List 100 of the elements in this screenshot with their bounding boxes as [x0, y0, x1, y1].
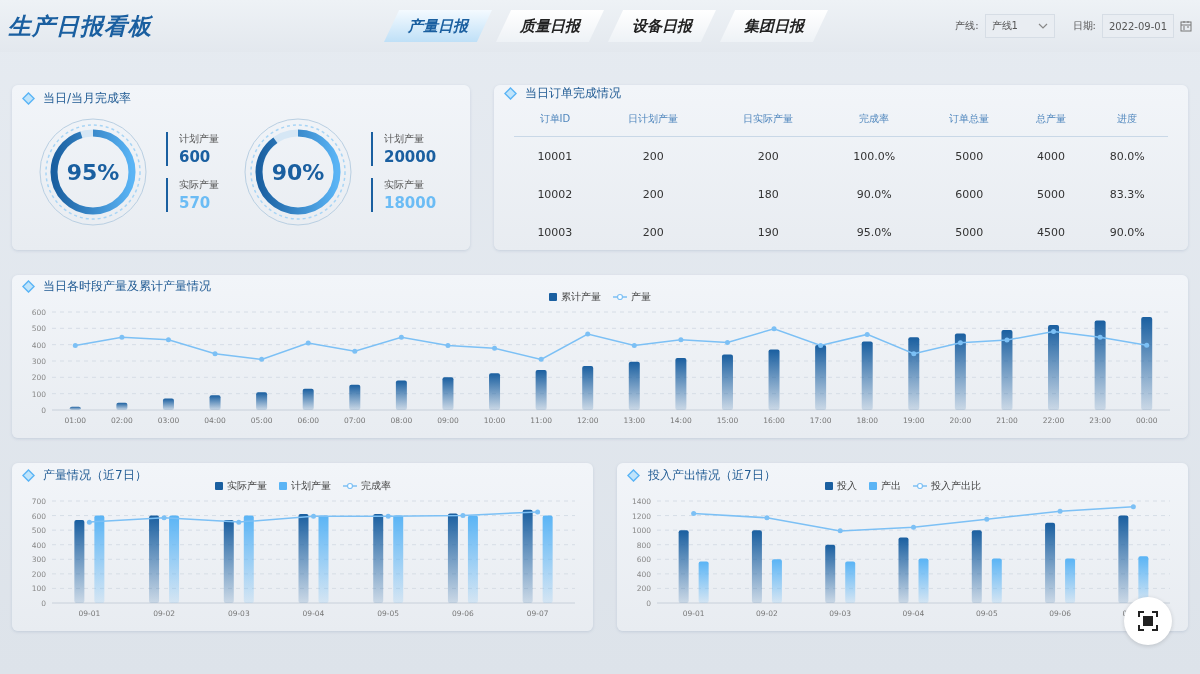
chart-bar — [815, 345, 827, 410]
report-tab[interactable]: 产量日报 — [384, 10, 492, 42]
chart-bar — [825, 544, 836, 603]
table-cell: 80.0% — [1086, 136, 1168, 175]
fullscreen-button[interactable] — [1124, 597, 1172, 645]
diamond-icon — [627, 468, 640, 482]
table-cell: 100.0% — [825, 136, 923, 175]
column-header: 订单ID — [514, 102, 596, 137]
legend-label: 计划产量 — [290, 479, 331, 493]
table-cell: 5000 — [922, 136, 1016, 175]
chart-bar — [349, 384, 361, 410]
stat-label: 实际产量 — [179, 178, 219, 192]
table-cell-text: 10003 — [536, 224, 574, 241]
column-header: 完成率 — [825, 102, 923, 137]
table-cell-text: 90.0% — [1108, 224, 1146, 241]
table-cell-text: 200 — [641, 186, 665, 203]
table-cell: 4000 — [1015, 136, 1087, 175]
chart-bar — [861, 341, 873, 410]
stat-label: 计划产量 — [384, 132, 425, 146]
chart-bar — [256, 392, 268, 410]
diamond-icon — [504, 87, 517, 100]
legend-line-icon — [613, 293, 627, 301]
chart-bar — [675, 358, 687, 410]
table-cell-text: 83.3% — [1108, 186, 1146, 203]
chart-bar — [771, 559, 782, 603]
panel-title: 产量情况（近7日） — [43, 466, 147, 484]
table-cell: 200 — [710, 136, 826, 175]
column-header: 日计划产量 — [595, 102, 711, 137]
table-cell-text: 6000 — [954, 186, 985, 203]
legend-label: 投入产出比 — [930, 479, 981, 493]
report-tab[interactable]: 设备日报 — [608, 10, 716, 42]
percent-value: 90% — [271, 159, 325, 185]
chart-bar — [898, 537, 909, 603]
chart-bar — [698, 561, 709, 603]
table-cell-text: 10002 — [536, 186, 574, 203]
column-header: 总产量 — [1015, 102, 1087, 137]
fullscreen-icon — [1138, 611, 1158, 631]
stat-value: 600 — [179, 148, 212, 166]
filter-label: 产线: — [955, 19, 979, 33]
legend-bar-icon — [868, 482, 877, 490]
calendar-icon[interactable] — [1180, 20, 1192, 32]
legend-label: 产量 — [631, 290, 651, 304]
chart-bar — [302, 388, 314, 410]
chart-bar — [991, 558, 1002, 603]
dashboard-title: 生产日报看板 — [8, 11, 154, 41]
legend-line-icon — [342, 482, 357, 490]
legend-bar-icon — [549, 293, 557, 301]
chart-bar — [918, 558, 929, 603]
legend-bar-icon — [214, 482, 223, 490]
stat-label: 实际产量 — [384, 178, 425, 192]
chart-bar — [489, 373, 501, 410]
legend-bar-icon — [824, 482, 833, 490]
date-field[interactable]: 2022-09-01 — [1101, 14, 1174, 38]
filter-label: 日期: — [1072, 19, 1096, 33]
legend-label: 产出 — [880, 479, 901, 493]
chart-bar — [628, 361, 640, 410]
stat-label: 计划产量 — [179, 132, 219, 146]
column-header: 日实际产量 — [710, 102, 826, 137]
legend-label: 完成率 — [360, 479, 391, 493]
panel-title: 当日各时段产量及累计产量情况 — [43, 278, 211, 295]
legend-label: 投入 — [836, 479, 857, 493]
chart-bar — [721, 354, 733, 410]
chart-bar — [768, 349, 780, 410]
stat-value: 20000 — [384, 148, 437, 166]
chart-bar — [116, 402, 128, 410]
chart-bar — [582, 365, 594, 410]
table-cell-text: 200 — [641, 224, 665, 241]
legend-label: 实际产量 — [226, 479, 267, 493]
table-cell-text: 95.0% — [855, 224, 893, 241]
stat-value: 570 — [179, 194, 212, 212]
report-tab[interactable]: 集团日报 — [720, 10, 828, 42]
chevron-down-icon — [1037, 23, 1048, 29]
chart-bar — [69, 406, 81, 410]
table-cell: 200 — [595, 136, 711, 175]
chart-bar — [162, 398, 174, 410]
panel-title: 投入产出情况（近7日） — [648, 466, 776, 484]
percent-value: 95% — [66, 159, 120, 185]
legend-line-icon — [912, 482, 927, 490]
column-header: 进度 — [1086, 102, 1168, 137]
chart-bar — [395, 380, 407, 410]
diamond-icon — [22, 91, 35, 105]
panel-title: 当日订单完成情况 — [525, 85, 621, 102]
chart-bar — [442, 377, 454, 410]
table-cell-text: 90.0% — [855, 186, 893, 203]
diamond-icon — [22, 468, 35, 482]
stat-value: 18000 — [384, 194, 437, 212]
legend-bar-icon — [278, 482, 287, 490]
table-cell-text: 190 — [756, 224, 780, 241]
chart-bar — [845, 561, 856, 603]
legend-label: 累计产量 — [561, 290, 601, 304]
table-cell-text: 5000 — [954, 224, 985, 241]
column-header: 订单总量 — [922, 102, 1016, 137]
report-tab[interactable]: 质量日报 — [496, 10, 604, 42]
table-cell: 10001 — [514, 136, 596, 175]
diamond-icon — [22, 280, 35, 293]
chart-bar — [209, 395, 221, 410]
chart-bar — [1065, 558, 1076, 603]
table-cell-text: 5000 — [1035, 186, 1066, 203]
table-cell-text: 180 — [756, 186, 780, 203]
line-select[interactable]: 产线1 — [984, 14, 1055, 38]
